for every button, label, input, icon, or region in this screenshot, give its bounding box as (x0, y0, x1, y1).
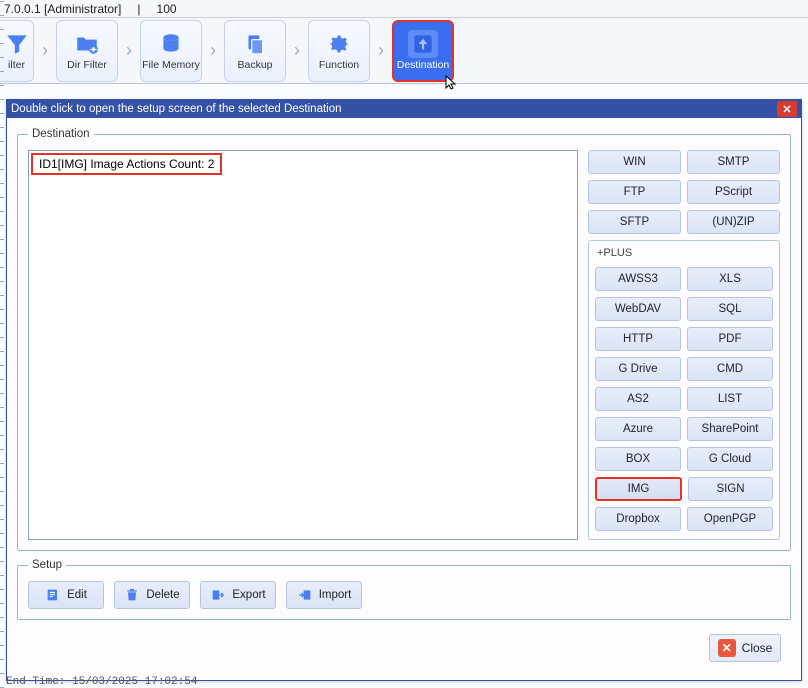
ribbon-dir-filter[interactable]: Dir Filter (56, 20, 118, 82)
ribbon-backup[interactable]: Backup (224, 20, 286, 82)
delete-button[interactable]: Delete (114, 581, 190, 609)
close-label: Close (742, 641, 773, 655)
ribbon-file-memory[interactable]: File Memory (140, 20, 202, 82)
sign-button[interactable]: SIGN (688, 477, 773, 501)
funnel-icon (2, 30, 32, 58)
setup-legend: Setup (28, 559, 66, 571)
import-label: Import (319, 589, 352, 601)
pscript-button[interactable]: PScript (687, 180, 780, 204)
ribbon-destination[interactable]: Destination (392, 20, 454, 82)
dialog-titlebar: Double click to open the setup screen of… (7, 100, 801, 118)
export-icon (210, 587, 226, 603)
close-button[interactable]: ✕ Close (709, 634, 781, 662)
ribbon-separator: › (286, 40, 308, 61)
azure-button[interactable]: Azure (595, 417, 681, 441)
ribbon-filemem-label: File Memory (142, 59, 200, 71)
ribbon-toolbar: ilter › Dir Filter › File Memory › Backu… (0, 18, 808, 84)
unzip-button[interactable]: (UN)ZIP (687, 210, 780, 234)
ribbon-filter-label: ilter (8, 59, 25, 71)
delete-label: Delete (146, 589, 179, 601)
version-label: 7.0.0.1 [Administrator] (4, 2, 121, 16)
close-x-icon: ✕ (718, 639, 736, 657)
plus-group: +PLUS AWSS3 XLS WebDAV SQL HTTP PDF (588, 240, 780, 540)
destination-listbox[interactable]: ID1[IMG] Image Actions Count: 2 (28, 150, 578, 540)
ribbon-separator: › (34, 40, 56, 61)
destination-dialog: Double click to open the setup screen of… (6, 99, 802, 681)
footer-log-line: End Time: 15/03/2025 17:02:54 (6, 676, 197, 688)
status-value: 100 (157, 2, 177, 16)
copy-icon (240, 30, 270, 58)
list-button[interactable]: LIST (687, 387, 773, 411)
pdf-button[interactable]: PDF (687, 327, 773, 351)
dialog-title-text: Double click to open the setup screen of… (11, 103, 342, 115)
gdrive-button[interactable]: G Drive (595, 357, 681, 381)
ribbon-function-label: Function (319, 59, 359, 71)
ribbon-dirfilter-label: Dir Filter (67, 59, 107, 71)
destination-type-panel: WIN SMTP FTP PScript SFTP (UN)ZIP +PLUS (588, 150, 780, 540)
gear-icon (324, 30, 354, 58)
upload-icon (408, 30, 438, 58)
awss3-button[interactable]: AWSS3 (595, 267, 681, 291)
xls-button[interactable]: XLS (687, 267, 773, 291)
dropbox-button[interactable]: Dropbox (595, 507, 681, 531)
as2-button[interactable]: AS2 (595, 387, 681, 411)
destination-legend: Destination (28, 128, 94, 140)
smtp-button[interactable]: SMTP (687, 150, 780, 174)
edit-icon (45, 587, 61, 603)
close-icon: ✕ (782, 103, 791, 116)
cmd-button[interactable]: CMD (687, 357, 773, 381)
folder-plus-icon (72, 30, 102, 58)
sharepoint-button[interactable]: SharePoint (687, 417, 773, 441)
win-button[interactable]: WIN (588, 150, 681, 174)
ribbon-backup-label: Backup (237, 59, 272, 71)
webdav-button[interactable]: WebDAV (595, 297, 681, 321)
import-button[interactable]: Import (286, 581, 362, 609)
export-button[interactable]: Export (200, 581, 276, 609)
edit-button[interactable]: Edit (28, 581, 104, 609)
ftp-button[interactable]: FTP (588, 180, 681, 204)
status-separator: | (137, 2, 140, 16)
top-status-bar: 7.0.0.1 [Administrator] | 100 (0, 0, 808, 18)
openpgp-button[interactable]: OpenPGP (687, 507, 773, 531)
ribbon-separator: › (370, 40, 392, 61)
sftp-button[interactable]: SFTP (588, 210, 681, 234)
gcloud-button[interactable]: G Cloud (687, 447, 773, 471)
destination-list-item[interactable]: ID1[IMG] Image Actions Count: 2 (31, 153, 222, 175)
ribbon-destination-label: Destination (397, 59, 450, 71)
plus-label: +PLUS (595, 247, 773, 259)
export-label: Export (232, 589, 265, 601)
sql-button[interactable]: SQL (687, 297, 773, 321)
ribbon-function[interactable]: Function (308, 20, 370, 82)
http-button[interactable]: HTTP (595, 327, 681, 351)
background-markers (0, 0, 4, 688)
dialog-close-x[interactable]: ✕ (777, 101, 797, 117)
ribbon-filter[interactable]: ilter (0, 20, 34, 82)
trash-icon (124, 587, 140, 603)
edit-label: Edit (67, 589, 87, 601)
import-icon (297, 587, 313, 603)
ribbon-separator: › (202, 40, 224, 61)
img-button[interactable]: IMG (595, 477, 682, 501)
database-icon (156, 30, 186, 58)
ribbon-separator: › (118, 40, 140, 61)
box-button[interactable]: BOX (595, 447, 681, 471)
